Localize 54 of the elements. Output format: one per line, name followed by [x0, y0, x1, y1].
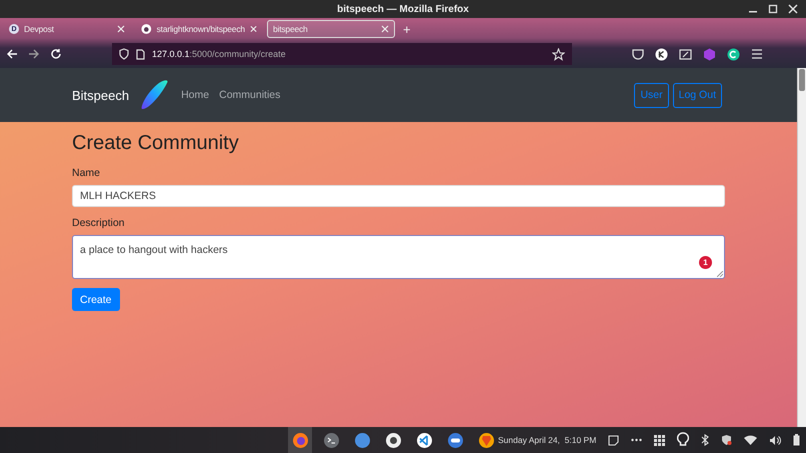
forward-icon[interactable] [28, 48, 40, 60]
nav-link[interactable]: Communities [219, 89, 280, 101]
terminal-icon [322, 432, 340, 448]
code-editor-icon [416, 432, 432, 448]
new-tab-button[interactable]: + [399, 22, 415, 36]
close-icon[interactable] [788, 4, 798, 14]
page-heading: Create Community [72, 132, 240, 155]
browser-tab[interactable]: bitspeech [267, 20, 395, 38]
field-label: Description [72, 217, 126, 229]
grammar-icon[interactable] [727, 48, 740, 60]
volume-icon[interactable] [769, 434, 782, 446]
screenshot-icon[interactable] [679, 48, 692, 60]
page-icon [136, 48, 145, 60]
toggle-icon [446, 432, 464, 448]
shield-icon[interactable] [721, 434, 732, 446]
hexagon-icon[interactable] [703, 48, 716, 60]
close-icon[interactable] [250, 25, 257, 33]
grid-icon[interactable] [654, 434, 666, 446]
back-icon[interactable] [6, 48, 18, 60]
url-text: 127.0.0.1:5000/community/create [152, 49, 287, 59]
shield-icon [119, 48, 129, 60]
extension-icon[interactable] [655, 48, 668, 60]
scrollbar[interactable] [797, 68, 806, 427]
create-button[interactable]: Create [72, 288, 120, 311]
account-button[interactable]: User [634, 82, 669, 108]
bluetooth-icon[interactable] [701, 434, 710, 446]
nav-link[interactable]: Home [181, 89, 210, 101]
window-title: bitspeech — Mozilla Firefox [337, 4, 469, 14]
browser-tab[interactable]: starlightknown/bitspeech [135, 20, 263, 38]
account-button[interactable]: Log Out [672, 82, 722, 108]
lightbulb-icon[interactable] [677, 432, 690, 448]
address-bar[interactable]: 127.0.0.1:5000/community/create [112, 43, 572, 65]
close-icon[interactable] [117, 25, 125, 33]
tab-title: Devpost [24, 24, 55, 34]
field-label: Name [72, 167, 102, 179]
description-textarea[interactable]: a place to hangout with hackers 1 [72, 235, 725, 279]
textarea-value: a place to hangout with hackers [80, 244, 228, 256]
reload-icon[interactable] [50, 48, 62, 60]
name-input[interactable]: MLH HACKERS [72, 185, 725, 207]
star-icon[interactable] [552, 48, 565, 60]
clock[interactable]: Sunday April 24, 5:10 PM [498, 435, 596, 445]
notification-badge: 1 [699, 256, 712, 269]
battery-icon[interactable] [793, 434, 800, 446]
menu-icon[interactable] [751, 49, 763, 59]
note-icon[interactable] [608, 434, 620, 446]
resize-grip-icon[interactable] [717, 271, 723, 277]
brand-name[interactable]: Bitspeech [72, 88, 130, 102]
pocket-icon[interactable] [632, 48, 644, 60]
maximize-icon[interactable] [768, 4, 778, 14]
tab-title: starlightknown/bitspeech [156, 24, 245, 34]
disc-icon [384, 432, 402, 448]
more-icon[interactable] [631, 438, 642, 442]
wifi-icon[interactable] [744, 435, 758, 445]
tab-title: bitspeech [273, 24, 309, 34]
